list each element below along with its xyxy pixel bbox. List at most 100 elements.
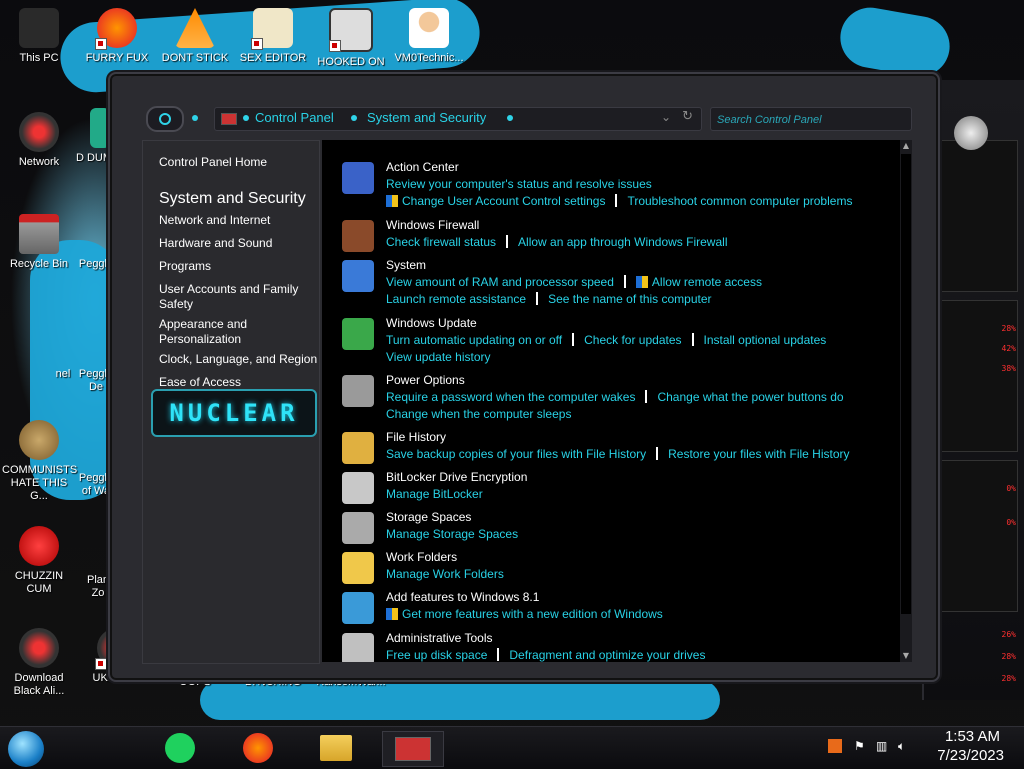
work-folders-icon[interactable] [342,552,374,584]
task-link[interactable]: Allow an app through Windows Firewall [518,235,727,249]
system-icon[interactable] [342,260,374,292]
task-link[interactable]: Manage Work Folders [386,567,504,581]
scroll-up-icon[interactable]: ▲ [901,141,911,151]
file-history-icon[interactable] [342,432,374,464]
desktop-icon-partial[interactable]: nel [52,368,74,381]
category-title[interactable]: Add features to Windows 8.1 [386,590,539,604]
address-bar[interactable]: Control Panel System and Security ⌄ ↻ [214,107,702,131]
desktop-icon-sex-editor[interactable]: SEX EDITOR [236,8,310,65]
admin-tools-icon[interactable] [342,633,374,662]
link-row: Change User Account Control settings Trou… [386,193,852,209]
refresh-icon[interactable]: ↻ [682,109,693,124]
category-title[interactable]: File History [386,430,446,444]
storage-icon[interactable] [342,512,374,544]
task-link[interactable]: View amount of RAM and processor speed [386,275,614,289]
taskbar: ⚑ ▥ 🔈︎ 1:53 AM 7/23/2023 [0,726,1024,769]
desktop-icon-vm0[interactable]: VM0Technic... [392,8,466,65]
nav-hardware-sound[interactable]: Hardware and Sound [159,236,272,251]
category-title[interactable]: Action Center [386,160,459,174]
task-link[interactable]: Turn automatic updating on or off [386,333,562,347]
task-link[interactable]: Free up disk space [386,648,487,662]
firewall-icon[interactable] [342,220,374,252]
search-box[interactable] [710,107,912,131]
search-input[interactable] [711,109,909,131]
desktop-icon-label: Recycle Bin [9,258,69,270]
category-title[interactable]: Windows Firewall [386,218,479,232]
vlc-cone-icon [175,8,215,48]
category-title[interactable]: Storage Spaces [386,510,471,524]
task-link[interactable]: Require a password when the computer wak… [386,390,635,404]
desktop-icon-this-pc[interactable]: This PC [2,8,76,65]
nav-network-internet[interactable]: Network and Internet [159,213,270,228]
task-link[interactable]: Check for updates [584,333,681,347]
nav-appearance[interactable]: Appearance and Personalization [159,317,279,347]
desktop-icon-network[interactable]: Network [2,112,76,169]
nav-user-accounts[interactable]: User Accounts and Family Safety [159,282,309,312]
link-row: Check firewall status Allow an app throug… [386,234,727,250]
category-title[interactable]: Windows Update [386,316,477,330]
task-link[interactable]: View update history [386,350,491,364]
desktop-icon-chuzzin[interactable]: CHUZZIN CUM [2,526,76,596]
recent-pages-dot[interactable] [192,115,198,121]
desktop-icon-communists[interactable]: COMMUNISTS HATE THIS G... [2,420,77,503]
task-link[interactable]: Get more features with a new edition of … [402,607,663,621]
task-link[interactable]: Save backup copies of your files with Fi… [386,447,646,461]
task-link[interactable]: Review your computer's status and resolv… [386,177,652,191]
nav-control-panel-home[interactable]: Control Panel Home [159,155,267,170]
task-link[interactable]: Allow remote access [652,275,762,289]
clock-date[interactable]: 7/23/2023 [937,747,1004,764]
breadcrumb-control-panel[interactable]: Control Panel [255,110,334,125]
desktop-icon-dont-stick[interactable]: DONT STICK [158,8,232,65]
task-link[interactable]: Restore your files with File History [668,447,849,461]
task-link[interactable]: See the name of this computer [548,292,711,306]
nav-programs[interactable]: Programs [159,259,211,274]
nav-clock-language[interactable]: Clock, Language, and Region [159,352,317,367]
scroll-down-icon[interactable]: ▼ [901,651,911,661]
desktop-icon-label: nel [55,368,71,380]
back-forward-icon[interactable] [146,106,184,132]
taskbar-control-panel-icon[interactable] [382,731,444,767]
add-features-icon[interactable] [342,592,374,624]
start-button[interactable] [8,731,44,767]
alien-icon[interactable] [954,116,988,150]
category-title[interactable]: Work Folders [386,550,457,564]
action-center-flag-icon[interactable]: ⚑ [854,739,868,753]
task-link[interactable]: Change User Account Control settings [402,194,605,208]
task-link[interactable]: Launch remote assistance [386,292,526,306]
taskbar-firefox-icon[interactable] [238,731,278,765]
uac-shield-icon [386,608,398,620]
category-title[interactable]: Power Options [386,373,465,387]
desktop-icon-recycle-bin[interactable]: Recycle Bin [2,214,76,271]
task-link[interactable]: Manage Storage Spaces [386,527,518,541]
task-link[interactable]: Install optional updates [704,333,827,347]
task-link[interactable]: Check firewall status [386,235,496,249]
nav-ease-of-access[interactable]: Ease of Access [159,375,241,390]
category-title[interactable]: System [386,258,426,272]
desktop-icon-furry-fux[interactable]: FURRY FUX [80,8,154,65]
task-link[interactable]: Manage BitLocker [386,487,483,501]
vertical-scrollbar[interactable]: ▲ ▼ [900,140,912,662]
tray-app-icon[interactable] [828,739,842,753]
category-title[interactable]: BitLocker Drive Encryption [386,470,527,484]
scrollbar-thumb[interactable] [901,154,911,614]
update-icon[interactable] [342,318,374,350]
taskbar-app-green-icon[interactable] [160,731,200,765]
bitlocker-icon[interactable] [342,472,374,504]
category-title[interactable]: Administrative Tools [386,631,493,645]
taskbar-file-explorer-icon[interactable] [316,731,356,765]
task-link[interactable]: Change what the power buttons do [657,390,843,404]
link-separator [536,292,539,306]
network-tray-icon[interactable]: ▥ [876,739,890,753]
task-link[interactable]: Troubleshoot common computer problems [627,194,852,208]
clock-time[interactable]: 1:53 AM [945,728,1000,745]
task-link[interactable]: Change when the computer sleeps [386,407,571,421]
monitor-block [930,300,1018,452]
task-link[interactable]: Defragment and optimize your drives [509,648,705,662]
flag-icon[interactable] [342,162,374,194]
chevron-down-icon[interactable]: ⌄ [661,110,671,124]
desktop-icon-hooked-on[interactable]: HOOKED ON [314,8,388,69]
breadcrumb-system-security[interactable]: System and Security [367,110,486,125]
volume-icon[interactable]: 🔈︎ [898,739,912,753]
desktop-icon-download-black[interactable]: Download Black Ali... [2,628,76,698]
power-icon[interactable] [342,375,374,407]
